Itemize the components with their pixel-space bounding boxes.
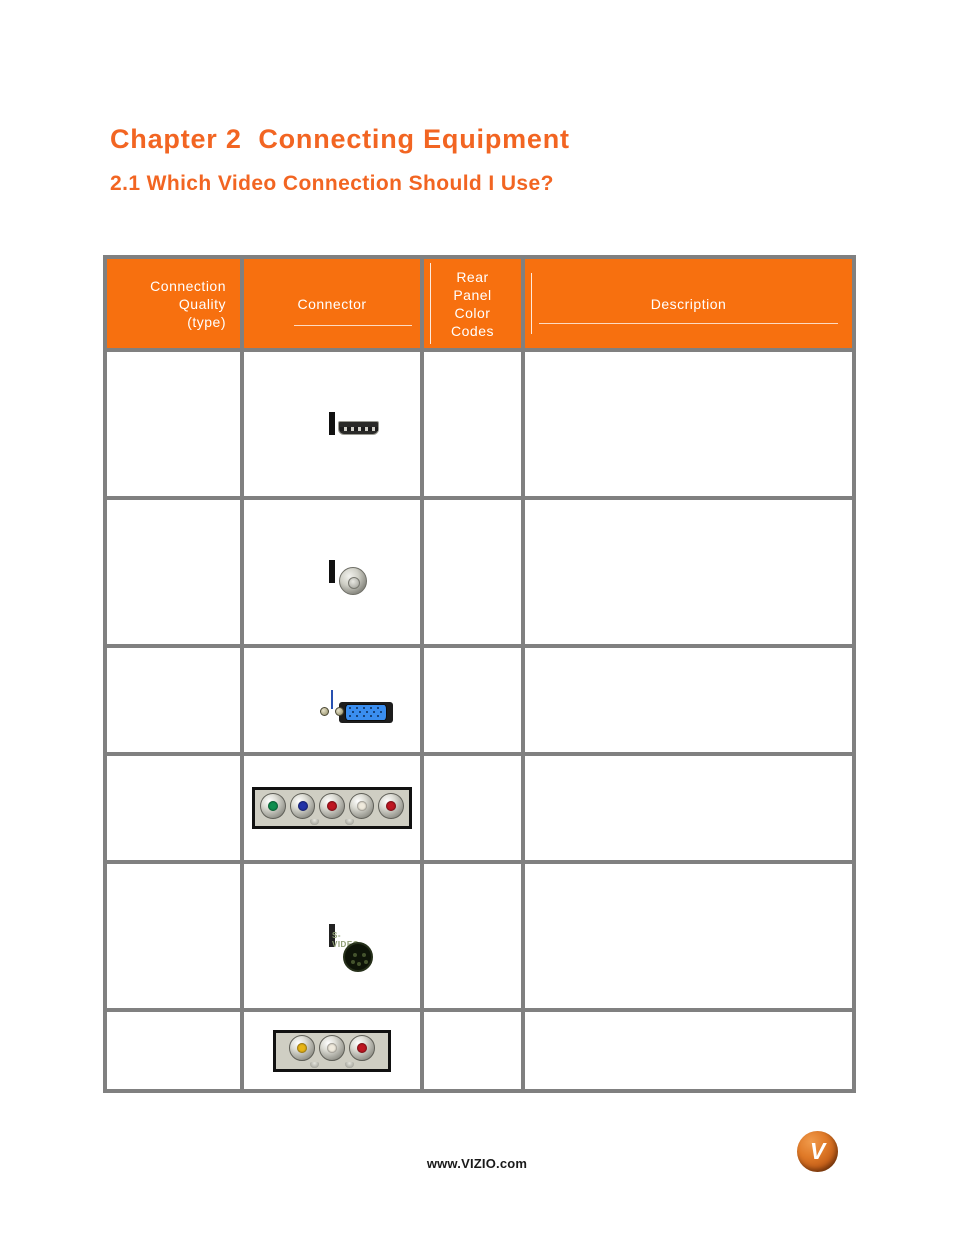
table-row: [103, 1008, 856, 1093]
column-header-rear-panel-color-codes-label: Rear Panel Color Codes: [451, 268, 494, 339]
column-header-connector-label: Connector: [297, 295, 367, 312]
cell-rear-panel-color-codes: [420, 348, 525, 500]
cell-connector: [240, 752, 424, 864]
cell-connector: [240, 644, 424, 756]
vizio-logo-letter: V: [809, 1138, 826, 1164]
composite-rca-connector-icon: [273, 1029, 391, 1072]
cell-connector: [240, 1008, 424, 1093]
cell-connection-quality: [103, 752, 244, 864]
cell-rear-panel-color-codes: [420, 752, 525, 864]
component-rca-connector-icon: [252, 787, 412, 829]
document-page: Chapter 2 Connecting Equipment 2.1 Which…: [0, 0, 954, 1235]
cell-rear-panel-color-codes: [420, 496, 525, 648]
cell-connection-quality: [103, 1008, 244, 1093]
cell-connection-quality: [103, 496, 244, 648]
column-header-description-label: Description: [650, 295, 727, 312]
table-row: [103, 752, 856, 864]
cell-description: [521, 752, 856, 864]
header-divider-left-color-codes: [430, 263, 431, 344]
header-rule-connector: [294, 325, 412, 326]
header-rule-description: [539, 323, 838, 324]
header-divider-left-description: [531, 273, 532, 334]
cell-rear-panel-color-codes: [420, 860, 525, 1012]
cell-rear-panel-color-codes: [420, 644, 525, 756]
column-header-connector: Connector: [240, 255, 424, 352]
cell-rear-panel-color-codes: [420, 1008, 525, 1093]
table-row: [103, 496, 856, 648]
vizio-logo: V: [797, 1131, 838, 1172]
chapter-title: Chapter 2 Connecting Equipment: [110, 124, 570, 154]
cell-description: [521, 348, 856, 500]
cell-description: [521, 496, 856, 648]
cell-description: [521, 860, 856, 1012]
table-row: [103, 348, 856, 500]
cell-connector: [240, 348, 424, 500]
section-title: 2.1 Which Video Connection Should I Use?: [110, 172, 554, 195]
cell-description: [521, 644, 856, 756]
column-header-connection-quality-label: Connection Quality (type): [150, 277, 226, 330]
cell-connector: S-VIDEO: [240, 860, 424, 1012]
column-header-connection-quality: Connection Quality (type): [103, 255, 244, 352]
cell-connection-quality: [103, 644, 244, 756]
cell-connector: [240, 496, 424, 648]
column-header-description: Description: [521, 255, 856, 352]
table-row: [103, 644, 856, 756]
cell-connection-quality: [103, 348, 244, 500]
table-row: S-VIDEO: [103, 860, 856, 1012]
cell-description: [521, 1008, 856, 1093]
video-connection-table: Connection Quality (type) Connector Rear…: [103, 255, 856, 1093]
column-header-rear-panel-color-codes: Rear Panel Color Codes: [420, 255, 525, 352]
table-header-row: Connection Quality (type) Connector Rear…: [103, 255, 856, 352]
cell-connection-quality: [103, 860, 244, 1012]
